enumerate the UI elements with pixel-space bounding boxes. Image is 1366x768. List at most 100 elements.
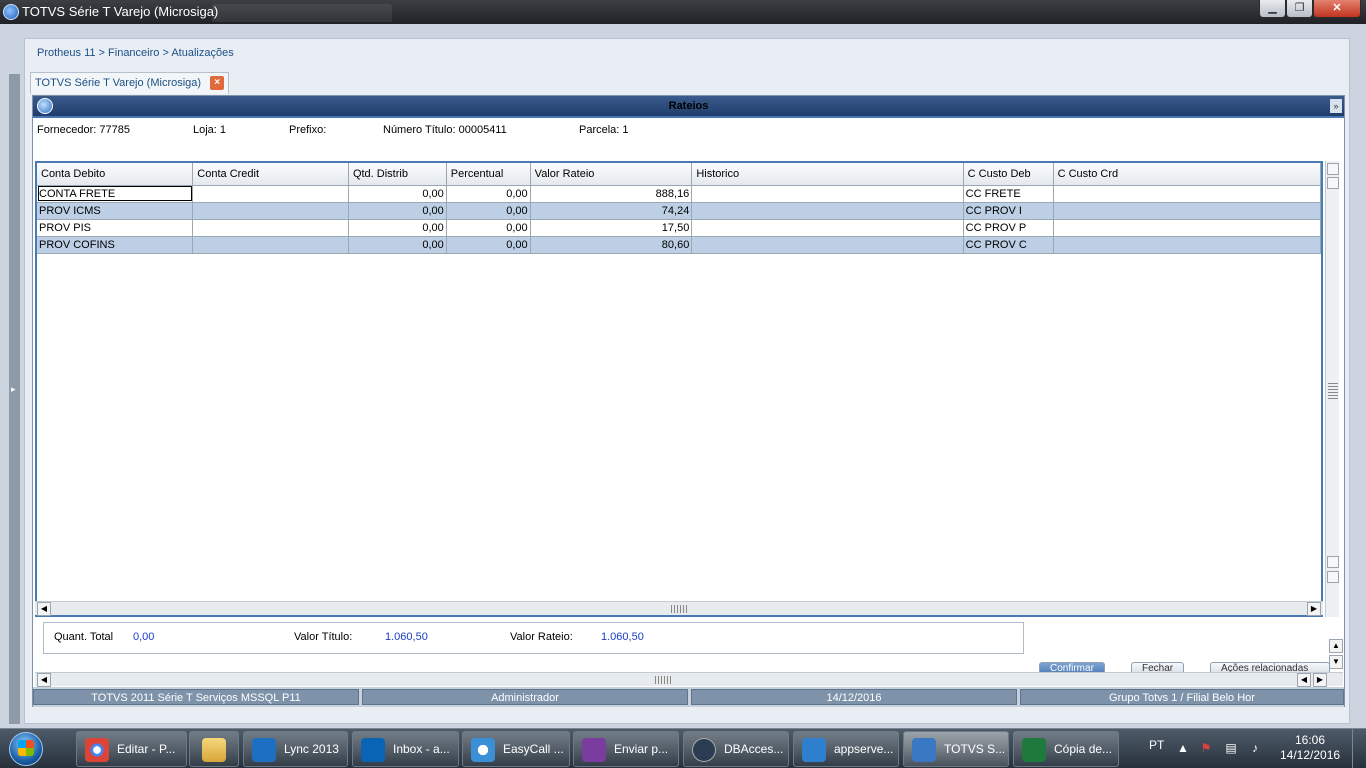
taskbar-item-chrome[interactable]: Editar - P... <box>76 731 187 767</box>
grid-cell[interactable]: 0,00 <box>446 236 531 254</box>
grid-cell[interactable] <box>192 236 349 254</box>
grid-cell[interactable] <box>691 236 964 254</box>
easycall-icon <box>471 738 495 762</box>
grid-cell[interactable] <box>691 202 964 220</box>
grid-cell[interactable]: 0,00 <box>348 202 447 220</box>
grid-cell[interactable] <box>1053 219 1321 237</box>
show-desktop-button[interactable] <box>1352 729 1366 768</box>
grid-cell[interactable]: CC PROV P <box>963 219 1054 237</box>
language-indicator[interactable]: PT <box>1149 738 1164 752</box>
grid-cell[interactable]: CONTA FRETE <box>37 185 194 203</box>
grid-cell[interactable]: PROV COFINS <box>37 236 194 254</box>
taskbar-item-explorer[interactable] <box>189 731 239 767</box>
taskbar-item-label: Enviar p... <box>614 742 669 756</box>
table-row[interactable]: CONTA FRETE 0,00 0,00 888,16 CC FRETE <box>37 185 1321 203</box>
taskbar-item-excel[interactable]: Cópia de... <box>1013 731 1119 767</box>
dialog-horizontal-scrollbar[interactable]: ◀ ◀ ▶ <box>35 672 1343 687</box>
scroll-left-icon[interactable]: ◀ <box>1297 673 1311 687</box>
grid-cell[interactable] <box>1053 185 1321 203</box>
grid-cell[interactable] <box>192 219 349 237</box>
volume-icon[interactable]: ♪ <box>1248 741 1262 755</box>
tab-totvs-varejo[interactable]: TOTVS Série T Varejo (Microsiga) × <box>30 72 230 94</box>
taskbar-item-lync[interactable]: Lync 2013 <box>243 731 348 767</box>
network-icon[interactable]: ▤ <box>1224 741 1238 755</box>
scroll-top-button[interactable] <box>1327 163 1339 175</box>
scroll-down-icon[interactable]: ▼ <box>1329 655 1343 669</box>
taskbar-item-label: EasyCall ... <box>503 742 564 756</box>
grid-cell[interactable]: 0,00 <box>446 202 531 220</box>
tab-close-icon[interactable]: × <box>210 76 225 90</box>
grid-cell[interactable]: 0,00 <box>446 185 531 203</box>
taskbar-item-appserver[interactable]: appserve... <box>793 731 899 767</box>
background-tab[interactable] <box>212 4 392 22</box>
rateios-dialog: Rateios » Fornecedor: 77785 Loja: 1 Pref… <box>32 95 1345 707</box>
column-header[interactable]: Conta Debito <box>37 163 194 186</box>
grid-cell[interactable]: PROV ICMS <box>37 202 194 220</box>
scroll-grip-icon[interactable] <box>655 676 673 684</box>
grid-cell[interactable]: 0,00 <box>446 219 531 237</box>
scroll-down-button[interactable] <box>1327 556 1339 568</box>
column-header[interactable]: Historico <box>691 163 964 186</box>
scroll-up-button[interactable] <box>1327 177 1339 189</box>
chrome-icon <box>85 738 109 762</box>
column-header[interactable]: Valor Rateio <box>530 163 693 186</box>
column-header[interactable]: C Custo Deb <box>963 163 1054 186</box>
maximize-button[interactable]: ❐ <box>1286 0 1313 18</box>
scroll-right-icon[interactable]: ▶ <box>1313 673 1327 687</box>
grid-horizontal-scrollbar[interactable]: ◀ ▶ <box>35 601 1323 616</box>
side-panel-toggle[interactable]: ▸ <box>9 74 20 724</box>
tray-expand-icon[interactable]: ▲ <box>1176 741 1190 755</box>
column-header[interactable]: C Custo Crd <box>1053 163 1321 186</box>
scroll-up-icon[interactable]: ▲ <box>1329 639 1343 653</box>
scroll-left-icon[interactable]: ◀ <box>37 602 51 616</box>
table-row[interactable]: PROV ICMS 0,00 0,00 74,24 CC PROV I <box>37 202 1321 220</box>
grid-cell[interactable]: PROV PIS <box>37 219 194 237</box>
grid-vertical-scrollbar[interactable] <box>1325 161 1339 617</box>
breadcrumb[interactable]: Protheus 11 > Financeiro > Atualizações <box>37 47 234 59</box>
grid-cell[interactable] <box>1053 236 1321 254</box>
grid-cell[interactable]: 0,00 <box>348 219 447 237</box>
taskbar-item-easycall[interactable]: EasyCall ... <box>462 731 570 767</box>
rateio-grid[interactable]: Conta Debito Conta Credit Qtd. Distrib P… <box>35 161 1323 617</box>
appserver-icon <box>802 738 826 762</box>
scroll-grip-icon[interactable] <box>671 605 689 613</box>
grid-cell[interactable]: CC FRETE <box>963 185 1054 203</box>
grid-cell[interactable]: 0,00 <box>348 185 447 203</box>
status-system: TOTVS 2011 Série T Serviços MSSQL P11 <box>33 689 359 705</box>
table-row[interactable]: PROV PIS 0,00 0,00 17,50 CC PROV P <box>37 219 1321 237</box>
grid-cell[interactable]: CC PROV I <box>963 202 1054 220</box>
grid-cell[interactable]: 80,60 <box>530 236 693 254</box>
column-header[interactable]: Qtd. Distrib <box>348 163 447 186</box>
column-header[interactable]: Conta Credit <box>192 163 349 186</box>
taskbar-item-onenote[interactable]: Enviar p... <box>573 731 679 767</box>
grid-cell[interactable] <box>691 219 964 237</box>
scroll-grip-icon[interactable] <box>1328 383 1338 399</box>
scroll-right-icon[interactable]: ▶ <box>1307 602 1321 616</box>
start-button[interactable] <box>3 730 51 768</box>
scroll-bottom-button[interactable] <box>1327 571 1339 583</box>
table-row[interactable]: PROV COFINS 0,00 0,00 80,60 CC PROV C <box>37 236 1321 254</box>
close-window-button[interactable]: ✕ <box>1313 0 1361 18</box>
grid-cell[interactable]: 74,24 <box>530 202 693 220</box>
column-header[interactable]: Percentual <box>446 163 531 186</box>
minimize-button[interactable]: ▁ <box>1259 0 1286 18</box>
grid-cell[interactable] <box>192 185 349 203</box>
grid-cell[interactable]: 888,16 <box>530 185 693 203</box>
fornecedor-label: Fornecedor: 77785 <box>37 124 130 136</box>
dialog-vertical-scrollbar[interactable]: ▲ ▼ <box>1329 637 1343 673</box>
taskbar-item-totvs[interactable]: TOTVS S... <box>903 731 1009 767</box>
grid-cell[interactable]: 17,50 <box>530 219 693 237</box>
grid-cell[interactable]: 0,00 <box>348 236 447 254</box>
grid-cell[interactable] <box>691 185 964 203</box>
taskbar-item-dbaccess[interactable]: DBAcces... <box>683 731 789 767</box>
taskbar-item-outlook[interactable]: Inbox - a... <box>352 731 459 767</box>
grid-cell[interactable] <box>1053 202 1321 220</box>
status-user: Administrador <box>362 689 688 705</box>
grid-cell[interactable] <box>192 202 349 220</box>
action-center-icon[interactable]: ⚑ <box>1199 741 1213 755</box>
grid-cell[interactable]: CC PROV C <box>963 236 1054 254</box>
valor-titulo-label: Valor Título: <box>294 631 353 643</box>
system-clock[interactable]: 16:06 14/12/2016 <box>1280 733 1340 763</box>
dialog-expand-icon[interactable]: » <box>1330 99 1342 113</box>
scroll-left-icon[interactable]: ◀ <box>37 673 51 687</box>
